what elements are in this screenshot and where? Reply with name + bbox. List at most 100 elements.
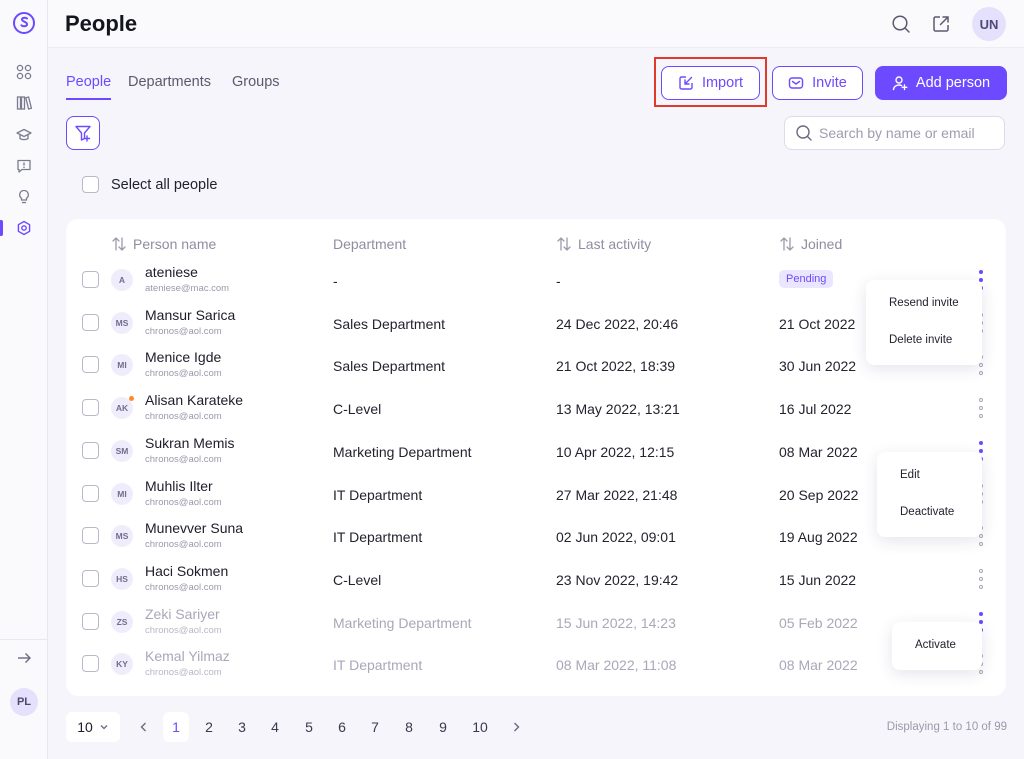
- activate-item[interactable]: Activate: [915, 639, 956, 651]
- import-label: Import: [701, 75, 744, 91]
- person-department: Sales Department: [333, 358, 446, 375]
- search-box: [784, 116, 1005, 150]
- deactivate-item[interactable]: Deactivate: [900, 506, 954, 518]
- row-checkbox[interactable]: [82, 527, 99, 545]
- person-department: Marketing Department: [333, 614, 472, 631]
- edit-item[interactable]: Edit: [900, 469, 920, 481]
- sidebar-avatar[interactable]: PL: [10, 688, 38, 716]
- person-avatar: SM: [111, 439, 133, 462]
- lightbulb-icon[interactable]: [16, 189, 32, 205]
- person-avatar: MS: [111, 525, 133, 548]
- row-checkbox[interactable]: [82, 484, 99, 502]
- row-checkbox[interactable]: [82, 569, 99, 587]
- user-avatar[interactable]: UN: [972, 7, 1006, 41]
- page-4-button[interactable]: 4: [262, 712, 288, 742]
- app-logo-icon[interactable]: [12, 11, 36, 35]
- person-avatar: KY: [111, 653, 133, 676]
- table-row[interactable]: HS Haci Sokmen chronos@aol.com C-Level 23 No…: [66, 558, 1006, 600]
- person-joined: 20 Sep 2022: [779, 486, 859, 503]
- page-9-button[interactable]: 9: [430, 712, 456, 742]
- external-link-icon[interactable]: [931, 14, 951, 34]
- person-name: Munevver Suna: [145, 520, 244, 537]
- select-all-checkbox[interactable]: [82, 176, 99, 193]
- person-department: IT Department: [333, 486, 423, 503]
- row-checkbox[interactable]: [82, 441, 99, 459]
- person-email: chronos@aol.com: [145, 368, 222, 380]
- person-name: Mansur Sarica: [145, 306, 236, 323]
- table-row[interactable]: KY Kemal Yilmaz chronos@aol.com IT Departme…: [66, 643, 1006, 685]
- tab-departments[interactable]: Departments: [128, 74, 211, 90]
- add-filter-button[interactable]: [66, 116, 100, 150]
- table-row[interactable]: MS Mansur Sarica chronos@aol.com Sales Depa…: [66, 302, 1006, 344]
- table-row[interactable]: MI Muhlis Ilter chronos@aol.com IT Departme…: [66, 473, 1006, 515]
- page-3-button[interactable]: 3: [229, 712, 255, 742]
- column-header-joined[interactable]: Joined: [779, 236, 842, 252]
- person-joined: 08 Mar 2022: [779, 657, 858, 674]
- person-joined: 08 Mar 2022: [779, 443, 858, 460]
- table-row[interactable]: MS Munevver Suna chronos@aol.com IT Departm…: [66, 515, 1006, 557]
- row-checkbox[interactable]: [82, 655, 99, 673]
- chevron-down-icon: [100, 725, 108, 730]
- more-options-icon[interactable]: [978, 398, 984, 419]
- column-header-last-activity-label: Last activity: [578, 236, 652, 252]
- delete-invite-item[interactable]: Delete invite: [889, 334, 952, 346]
- resend-invite-item[interactable]: Resend invite: [889, 297, 959, 309]
- row-checkbox[interactable]: [82, 356, 99, 374]
- row-checkbox[interactable]: [82, 271, 99, 288]
- page-8-button[interactable]: 8: [396, 712, 422, 742]
- top-header: People UN: [48, 0, 1024, 48]
- table-row[interactable]: Aateniese ateniese@mac.com - - Pending: [66, 259, 1006, 301]
- row-checkbox[interactable]: [82, 313, 99, 331]
- tab-groups[interactable]: Groups: [232, 74, 280, 90]
- graduation-cap-icon[interactable]: [16, 127, 32, 143]
- person-joined: 19 Aug 2022: [779, 529, 858, 546]
- filter-add-icon: [75, 125, 91, 142]
- add-user-icon: [892, 76, 908, 91]
- person-email: chronos@aol.com: [145, 453, 222, 465]
- import-icon: [679, 76, 693, 90]
- person-email: chronos@aol.com: [145, 411, 222, 423]
- page-title: People: [65, 11, 138, 36]
- person-email: chronos@aol.com: [145, 496, 222, 508]
- tab-people[interactable]: People: [66, 74, 111, 90]
- import-button[interactable]: Import: [661, 66, 760, 100]
- pending-actions-menu: Resend invite Delete invite: [866, 280, 982, 365]
- invite-button[interactable]: Invite: [772, 66, 863, 100]
- page-2-button[interactable]: 2: [196, 712, 222, 742]
- page-10-button[interactable]: 10: [465, 712, 495, 742]
- feedback-icon[interactable]: [16, 158, 32, 174]
- settings-icon[interactable]: [16, 220, 32, 236]
- table-row[interactable]: SM Sukran Memis chronos@aol.com Marketing D…: [66, 430, 1006, 472]
- sort-icon: [780, 237, 794, 251]
- more-options-icon[interactable]: [978, 568, 984, 589]
- search-input[interactable]: [819, 125, 999, 141]
- person-email: chronos@aol.com: [145, 624, 222, 636]
- row-checkbox[interactable]: [82, 399, 99, 417]
- person-department: C-Level: [333, 401, 382, 418]
- page-5-button[interactable]: 5: [296, 712, 322, 742]
- column-header-name[interactable]: Person name: [111, 236, 216, 252]
- user-actions-menu: Edit Deactivate: [877, 452, 982, 537]
- add-person-label: Add person: [915, 75, 991, 91]
- person-joined: 15 Jun 2022: [779, 571, 857, 588]
- prev-page-button[interactable]: [131, 712, 157, 742]
- online-status-dot: [129, 396, 134, 402]
- library-icon[interactable]: [16, 95, 32, 111]
- tab-active-underline: [66, 98, 111, 100]
- grid-icon[interactable]: [16, 64, 32, 80]
- select-all-row: Select all people: [82, 176, 217, 193]
- search-icon[interactable]: [891, 14, 911, 34]
- arrow-right-icon[interactable]: [16, 650, 32, 666]
- page-6-button[interactable]: 6: [329, 712, 355, 742]
- table-row[interactable]: AK Alisan Karateke chronos@aol.com C-Level 1…: [66, 387, 1006, 429]
- add-person-button[interactable]: Add person: [875, 66, 1007, 100]
- person-last-activity: -: [556, 273, 561, 289]
- column-header-last-activity[interactable]: Last activity: [556, 236, 651, 252]
- page-1-button[interactable]: 1: [163, 712, 189, 742]
- page-7-button[interactable]: 7: [362, 712, 388, 742]
- table-row[interactable]: MI Menice Igde chronos@aol.com Sales Depart…: [66, 344, 1006, 386]
- next-page-button[interactable]: [503, 712, 529, 742]
- table-row[interactable]: ZS Zeki Sariyer chronos@aol.com Marketing D…: [66, 601, 1006, 643]
- row-checkbox[interactable]: [82, 612, 99, 630]
- page-size-select[interactable]: 10: [66, 712, 120, 742]
